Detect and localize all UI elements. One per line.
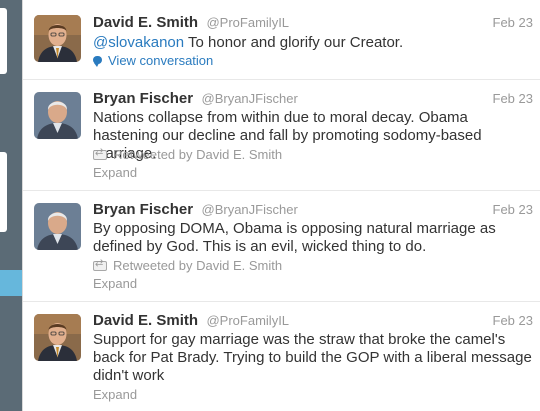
rail-highlight [0,270,22,296]
tweet-item[interactable]: David E. Smith @ProFamilyIL Feb 23 @slov… [23,0,540,80]
tweet-timestamp[interactable]: Feb 23 [493,202,533,217]
avatar-bryan-fischer[interactable] [34,92,81,139]
tweet-item[interactable]: David E. Smith @ProFamilyIL Feb 23 Suppo… [23,302,540,411]
mention-link[interactable]: @slovakanon [93,34,184,51]
tweet-text-body: To honor and glorify our Creator. [184,34,404,51]
author-username[interactable]: @ProFamilyIL [206,313,289,328]
author-fullname[interactable]: Bryan Fischer [93,201,193,218]
retweet-icon [93,258,107,271]
expand-link[interactable]: Expand [93,276,137,291]
avatar-david-smith[interactable] [34,314,81,361]
expand-link[interactable]: Expand [93,165,137,180]
view-conversation-label: View conversation [108,53,214,68]
tweet-text: By opposing DOMA, Obama is opposing natu… [93,220,496,255]
retweeted-by[interactable]: Retweeted by David E. Smith [93,147,282,162]
rail-notch [0,8,7,74]
tweet-item[interactable]: Bryan Fischer @BryanJFischer Feb 23 Nati… [23,80,540,191]
expand-link[interactable]: Expand [93,387,137,402]
author-username[interactable]: @BryanJFischer [202,91,298,106]
retweeted-by[interactable]: Retweeted by David E. Smith [93,258,282,273]
author-fullname[interactable]: David E. Smith [93,14,198,31]
view-conversation-link[interactable]: View conversation [93,53,213,68]
tweet-text: Support for gay marriage was the straw t… [93,331,532,384]
speech-bubble-icon [93,56,102,67]
tweet-timestamp[interactable]: Feb 23 [493,313,533,328]
left-sidebar-rail [0,0,22,411]
tweet-stream: David E. Smith @ProFamilyIL Feb 23 @slov… [22,0,540,411]
avatar-david-smith[interactable] [34,15,81,62]
tweet-timestamp[interactable]: Feb 23 [493,15,533,30]
tweet-item[interactable]: Bryan Fischer @BryanJFischer Feb 23 By o… [23,191,540,302]
tweet-text: @slovakanon To honor and glorify our Cre… [93,34,535,52]
retweet-icon [93,147,107,160]
retweeted-by-label: Retweeted by David E. Smith [113,258,283,273]
rail-notch [0,152,7,232]
author-fullname[interactable]: Bryan Fischer [93,90,193,107]
author-username[interactable]: @BryanJFischer [202,202,298,217]
retweeted-by-label: Retweeted by David E. Smith [113,147,283,162]
avatar-bryan-fischer[interactable] [34,203,81,250]
author-username[interactable]: @ProFamilyIL [206,15,289,30]
tweet-timestamp[interactable]: Feb 23 [493,91,533,106]
author-fullname[interactable]: David E. Smith [93,312,198,329]
